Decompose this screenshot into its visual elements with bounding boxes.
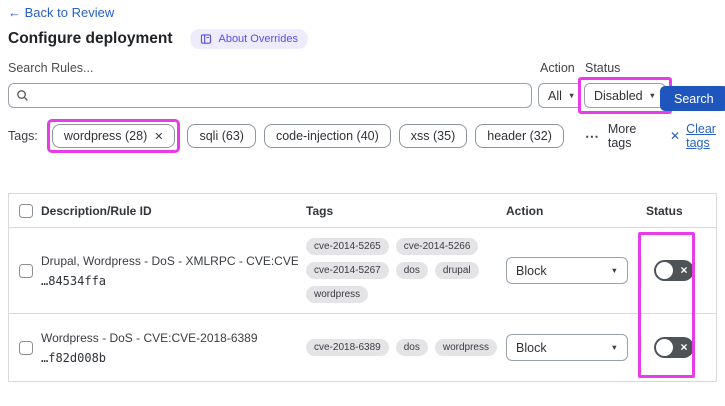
chevron-down-icon: ▼ (610, 265, 618, 275)
rule-status-cell: ✕ (646, 260, 716, 281)
status-select-value: Disabled (594, 88, 643, 103)
rule-description-cell: Wordpress - DoS - CVE:CVE-2018-6389 …f82… (41, 331, 306, 365)
search-rules-label: Search Rules... (8, 61, 94, 75)
rules-table: Description/Rule ID Tags Action Status D… (8, 193, 717, 382)
column-header-tags: Tags (306, 203, 334, 218)
more-tags-label: More tags (607, 122, 637, 150)
rule-tag: cve-2014-5266 (395, 238, 479, 255)
more-tags-button[interactable]: ⋯ More tags (585, 122, 644, 150)
action-dropdown[interactable]: Block ▼ (506, 257, 628, 284)
rule-id: …84534ffa (41, 273, 107, 288)
tag-filter-label: wordpress (28) (63, 129, 148, 143)
tag-filter-xss[interactable]: xss (35) (398, 124, 468, 148)
highlight-active-tag: wordpress (28) ✕ (46, 119, 181, 153)
title-row: Configure deployment About Overrides (8, 29, 308, 49)
rule-tag: dos (395, 262, 428, 279)
clear-tags-button[interactable]: ✕ Clear tags (670, 122, 725, 150)
action-dropdown-value: Block (516, 340, 547, 355)
rule-tags-cell: cve-2018-6389 dos wordpress (306, 339, 506, 356)
status-label: Status (585, 61, 621, 75)
about-overrides-label: About Overrides (218, 33, 298, 45)
search-icon (16, 89, 29, 102)
column-header-description: Description/Rule ID (41, 203, 152, 218)
tag-filter-header[interactable]: header (32) (475, 124, 564, 148)
action-label: Action (540, 61, 575, 75)
chevron-down-icon: ▼ (567, 90, 576, 100)
highlight-status-dropdown: Disabled ▼ (578, 77, 673, 114)
column-header-action: Action (506, 203, 544, 218)
ellipsis-icon: ⋯ (584, 127, 600, 144)
rule-action-cell: Block ▼ (506, 334, 646, 361)
rule-status-cell: ✕ (646, 337, 716, 358)
rule-tag: cve-2014-5267 (306, 262, 389, 279)
rule-tag: cve-2018-6389 (306, 339, 389, 356)
rule-action-cell: Block ▼ (506, 257, 646, 284)
toggle-x-icon: ✕ (680, 342, 688, 353)
about-overrides-badge[interactable]: About Overrides (190, 29, 308, 49)
table-header-row: Description/Rule ID Tags Action Status (9, 194, 716, 228)
close-icon: ✕ (670, 129, 681, 143)
row-checkbox[interactable] (19, 340, 33, 355)
rule-tag: dos (395, 339, 428, 356)
chevron-down-icon: ▼ (610, 342, 618, 352)
status-select[interactable]: Disabled ▼ (584, 83, 667, 108)
status-toggle-off[interactable]: ✕ (654, 337, 694, 358)
toggle-knob (656, 262, 673, 279)
row-checkbox[interactable] (19, 263, 33, 278)
clear-tags-label: Clear tags (686, 122, 716, 150)
page-title: Configure deployment (8, 30, 173, 47)
row-checkbox-cell (9, 340, 41, 355)
header-checkbox-cell (9, 203, 41, 218)
search-input-wrap[interactable] (8, 83, 532, 108)
rule-tag: drupal (434, 262, 479, 279)
rule-tag: wordpress (434, 339, 497, 356)
back-to-review-link[interactable]: ← Back to Review (8, 5, 114, 20)
select-all-checkbox[interactable] (19, 203, 33, 218)
tag-filter-wordpress[interactable]: wordpress (28) ✕ (51, 124, 176, 148)
configure-deployment-page: ← Back to Review Configure deployment Ab… (0, 0, 725, 406)
table-row: Wordpress - DoS - CVE:CVE-2018-6389 …f82… (9, 314, 716, 381)
rule-description: Drupal, Wordpress - DoS - XMLRPC - CVE:C… (41, 253, 298, 268)
toggle-knob (656, 339, 673, 356)
rule-description-cell: Drupal, Wordpress - DoS - XMLRPC - CVE:C… (41, 254, 306, 288)
action-select-value: All (548, 88, 562, 103)
rule-description: Wordpress - DoS - CVE:CVE-2018-6389 (41, 330, 258, 345)
tag-filter-code-injection[interactable]: code-injection (40) (263, 124, 391, 148)
rule-tags-cell: cve-2014-5265 cve-2014-5266 cve-2014-526… (306, 238, 506, 303)
rule-tag: cve-2014-5265 (306, 238, 389, 255)
row-checkbox-cell (9, 263, 41, 278)
rule-id: …f82d008b (41, 350, 107, 365)
status-toggle-off[interactable]: ✕ (654, 260, 694, 281)
column-header-status: Status (646, 203, 683, 218)
toggle-x-icon: ✕ (680, 265, 688, 276)
action-dropdown[interactable]: Block ▼ (506, 334, 628, 361)
tag-filter-sqli[interactable]: sqli (63) (187, 124, 256, 148)
book-icon (200, 33, 212, 45)
table-row: Drupal, Wordpress - DoS - XMLRPC - CVE:C… (9, 228, 716, 314)
action-dropdown-value: Block (516, 263, 547, 278)
search-button[interactable]: Search (660, 86, 725, 111)
remove-tag-icon[interactable]: ✕ (154, 130, 163, 143)
tags-label: Tags: (8, 129, 38, 143)
rule-tag: wordpress (306, 286, 369, 303)
search-rules-input[interactable] (35, 88, 524, 103)
tags-filter-bar: Tags: wordpress (28) ✕ sqli (63) code-in… (8, 119, 725, 153)
chevron-down-icon: ▼ (648, 90, 657, 100)
